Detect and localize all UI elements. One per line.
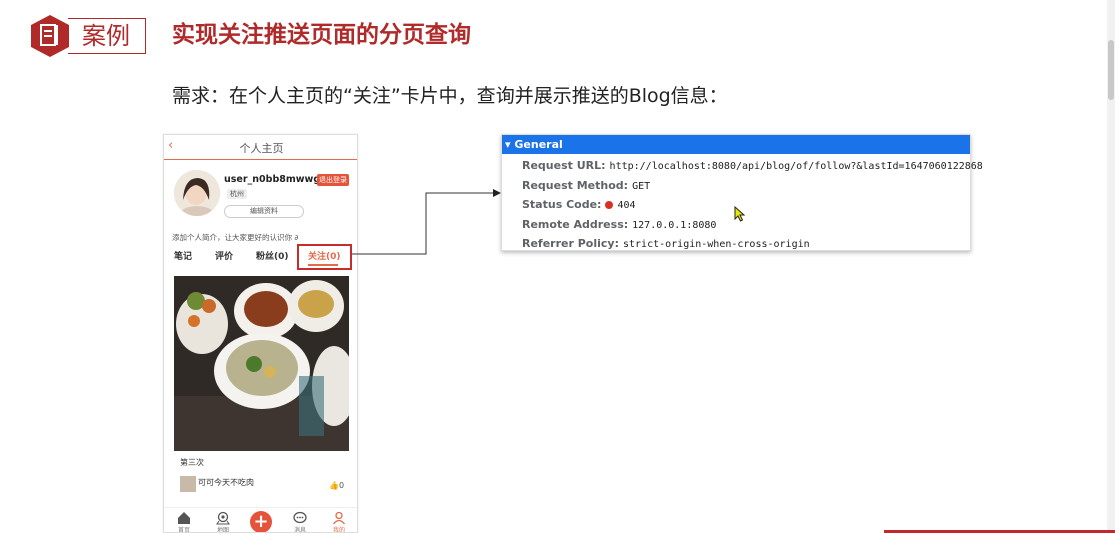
bottom-nav: 首页 地图 + 消息 我的: [164, 507, 357, 532]
blog-card-author[interactable]: 可可今天不吃肉: [198, 477, 254, 488]
user-icon: [332, 511, 346, 525]
devtools-general-panel: ▾ General Request URL: http://localhost:8…: [501, 134, 983, 251]
phone-screenshot: ‹ 个人主页 user_n0bb8mwwg4 退出登录 杭州 编辑资料 添加个人…: [163, 134, 358, 533]
edit-profile-button[interactable]: 编辑资料: [224, 205, 304, 218]
nav-map[interactable]: 地图: [209, 511, 237, 532]
connector-arrow: [352, 189, 501, 255]
blog-cover-image[interactable]: [174, 276, 349, 451]
case-badge-icon: [31, 15, 69, 57]
general-section-header[interactable]: ▾ General: [502, 135, 970, 154]
tab-fans[interactable]: 粉丝(0): [256, 249, 289, 262]
requirement-text: 需求：在个人主页的“关注”卡片中，查询并展示推送的Blog信息：: [172, 85, 728, 107]
status-error-icon: [605, 201, 614, 209]
plus-icon[interactable]: +: [250, 511, 272, 532]
remote-address-row: Remote Address: 127.0.0.1:8080: [522, 218, 717, 231]
nav-home[interactable]: 首页: [170, 511, 198, 532]
mouse-cursor-icon: [734, 206, 746, 222]
blog-card-likes[interactable]: 👍0: [329, 481, 344, 490]
phone-header-title: 个人主页: [239, 142, 284, 155]
profile-intro[interactable]: 添加个人简介，让大家更好的认识你 ∂: [172, 232, 298, 243]
case-badge-label: 案例: [82, 22, 130, 50]
nav-messages[interactable]: 消息: [286, 511, 314, 532]
blog-card-title[interactable]: 第三次: [180, 457, 204, 468]
tab-notes[interactable]: 笔记: [174, 249, 192, 262]
referrer-policy-row: Referrer Policy: strict-origin-when-cross…: [522, 237, 810, 250]
scrollbar-thumb[interactable]: [1108, 40, 1114, 100]
logout-button[interactable]: 退出登录: [317, 174, 349, 186]
tab-reviews[interactable]: 评价: [215, 249, 233, 262]
chat-icon: [293, 511, 307, 524]
nav-mine[interactable]: 我的: [325, 511, 353, 532]
phone-header: ‹ 个人主页: [164, 135, 357, 160]
request-url-value[interactable]: http://localhost:8080/api/blog/of/follow…: [610, 161, 983, 172]
status-code-row: Status Code: 404: [522, 198, 636, 211]
username: user_n0bb8mwwg4: [224, 174, 327, 185]
triangle-down-icon: ▾: [505, 138, 511, 151]
map-pin-icon: [216, 511, 230, 525]
tab-follow-highlight: [297, 244, 352, 270]
home-icon: [178, 512, 190, 524]
blog-card-likes-count: 0: [338, 481, 345, 490]
scrollbar[interactable]: [1107, 0, 1115, 533]
thumbs-up-icon: 👍: [329, 481, 339, 490]
slide-title: 实现关注推送页面的分页查询: [172, 22, 471, 48]
city-tag: 杭州: [227, 189, 247, 199]
request-url-row: Request URL: http://localhost:8080/api/bl…: [522, 159, 983, 172]
avatar: [174, 170, 220, 216]
author-avatar: [180, 476, 196, 492]
request-method-row: Request Method: GET: [522, 179, 651, 192]
